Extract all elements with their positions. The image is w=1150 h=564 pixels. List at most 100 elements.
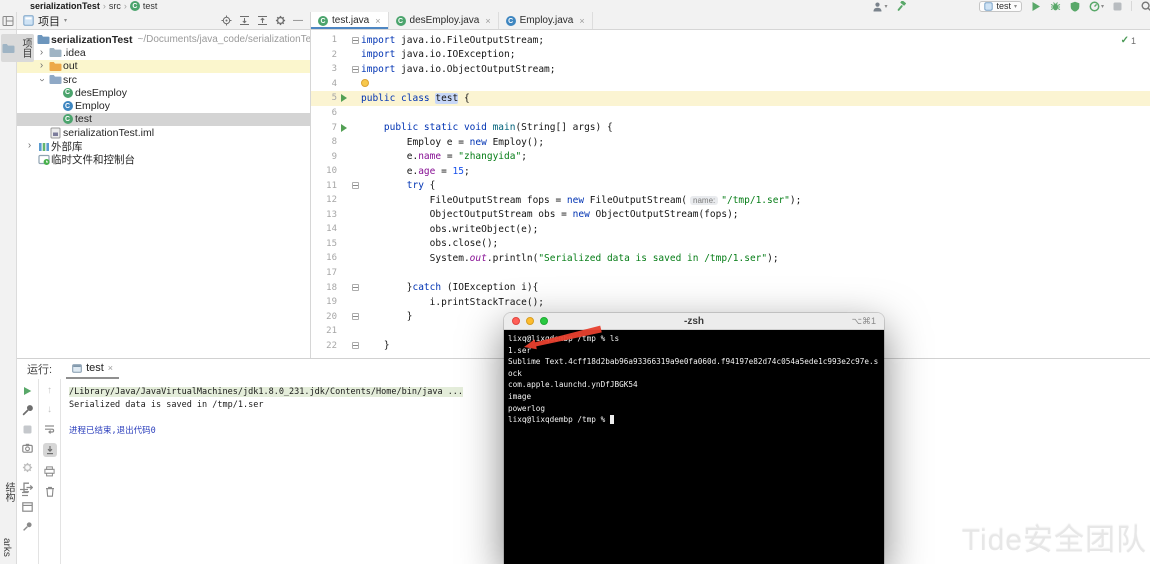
code-editor[interactable]: 1 import java.io.FileOutputStream; 2 import… bbox=[310, 30, 1150, 358]
line-number: 6 bbox=[331, 108, 337, 118]
down-stack-trace-icon[interactable]: ↓ bbox=[47, 405, 52, 415]
terminal-window[interactable]: -zsh ⌥⌘1 lixq@lixqdembp /tmp % ls 1.ser Su… bbox=[504, 313, 884, 564]
class-icon: C bbox=[129, 1, 140, 11]
stripe-tab-project-label: 项目 bbox=[20, 38, 31, 58]
code-area[interactable]: 1 import java.io.FileOutputStream; 2 import… bbox=[311, 30, 1150, 358]
run-tab[interactable]: test × bbox=[66, 359, 120, 379]
profiler-icon[interactable]: ▾ bbox=[1089, 1, 1104, 12]
pin-icon[interactable] bbox=[22, 521, 33, 532]
build-hammer-icon[interactable] bbox=[896, 0, 908, 12]
code-line[interactable]: 17 bbox=[311, 266, 1150, 281]
code-line[interactable]: 6 bbox=[311, 106, 1150, 121]
code-line[interactable]: 8 Employ e = new Employ(); bbox=[311, 135, 1150, 150]
debug-icon[interactable] bbox=[1050, 1, 1061, 12]
code-line[interactable]: 1 import java.io.FileOutputStream; bbox=[311, 33, 1150, 48]
run-line-icon[interactable] bbox=[337, 123, 350, 132]
print-icon[interactable] bbox=[44, 466, 55, 477]
code-text: try { bbox=[406, 180, 436, 192]
run-line-icon[interactable] bbox=[337, 94, 350, 103]
clear-console-trash-icon[interactable] bbox=[45, 486, 55, 497]
fold-marker-icon[interactable] bbox=[350, 182, 361, 190]
code-line[interactable]: 19 i.printStackTrace(); bbox=[311, 295, 1150, 310]
hide-panel-icon[interactable]: — bbox=[293, 15, 303, 26]
close-icon[interactable]: × bbox=[108, 363, 113, 373]
search-icon[interactable] bbox=[1141, 0, 1150, 12]
terminal-title-bar[interactable]: -zsh ⌥⌘1 bbox=[504, 313, 884, 330]
code-line[interactable]: 14 obs.writeObject(e); bbox=[311, 222, 1150, 237]
locate-icon[interactable] bbox=[221, 15, 232, 26]
breadcrumb-item[interactable]: serializationTest bbox=[30, 1, 100, 11]
stripe-tab-project[interactable]: 项目 bbox=[1, 34, 34, 62]
breadcrumb-separator: › bbox=[123, 1, 127, 11]
tree-item-desEmploy[interactable]: CdesEmploy bbox=[17, 86, 310, 99]
breadcrumb-item[interactable]: src bbox=[109, 1, 121, 11]
code-line[interactable]: 5 public class test { bbox=[311, 91, 1150, 106]
line-number: 16 bbox=[326, 253, 337, 264]
code-line[interactable]: 9 e.name = "zhangyida"; bbox=[311, 149, 1150, 164]
terminal-output[interactable]: lixq@lixqdembp /tmp % ls 1.ser Sublime Tex… bbox=[504, 330, 884, 564]
tree-item-out[interactable]: › out bbox=[17, 59, 310, 73]
stripe-tab-bookmarks[interactable]: arks bbox=[1, 538, 12, 557]
scratch-icon bbox=[36, 154, 51, 165]
chevron-icon[interactable]: › bbox=[37, 73, 48, 86]
chevron-icon[interactable]: › bbox=[35, 61, 48, 71]
thread-dump-camera-icon[interactable] bbox=[22, 443, 33, 453]
code-line[interactable]: 18 }catch (IOException i){ bbox=[311, 280, 1150, 295]
chevron-icon[interactable]: › bbox=[23, 141, 36, 151]
project-panel-title[interactable]: 项目 bbox=[38, 13, 60, 29]
close-icon[interactable]: × bbox=[485, 16, 490, 26]
stripe-tab-structure[interactable]: 结构 bbox=[1, 482, 29, 502]
code-line[interactable]: 16 System.out.println("Serialized data i… bbox=[311, 251, 1150, 266]
soft-wrap-icon[interactable] bbox=[44, 424, 55, 434]
tree-item-临时文件和控制台[interactable]: 临时文件和控制台 bbox=[17, 153, 310, 166]
run-config-select[interactable]: test ▾ bbox=[979, 0, 1022, 12]
rerun-icon[interactable] bbox=[23, 386, 32, 396]
code-line[interactable]: 3 import java.io.ObjectOutputStream; bbox=[311, 62, 1150, 77]
editor-tab-Employ.java[interactable]: C Employ.java × bbox=[499, 12, 593, 29]
restore-layout-icon[interactable] bbox=[22, 502, 33, 512]
coverage-icon[interactable] bbox=[1070, 1, 1080, 12]
tree-item-Employ[interactable]: C Employ bbox=[17, 99, 310, 112]
settings-gear-icon[interactable] bbox=[275, 15, 286, 26]
collapse-all-icon[interactable] bbox=[257, 15, 268, 26]
code-line[interactable]: 2 import java.io.IOException; bbox=[311, 48, 1150, 63]
run-toolbar-primary bbox=[17, 379, 39, 564]
fold-marker-icon[interactable] bbox=[350, 65, 361, 73]
code-line[interactable]: 4 bbox=[311, 77, 1150, 92]
code-line[interactable]: 11 try { bbox=[311, 178, 1150, 193]
expand-all-icon[interactable] bbox=[239, 15, 250, 26]
editor-tab-test.java[interactable]: Ctest.java × bbox=[311, 12, 389, 29]
close-icon[interactable]: × bbox=[579, 16, 584, 26]
up-stack-trace-icon[interactable]: ↑ bbox=[47, 386, 52, 396]
user-menu-icon[interactable]: ▾ bbox=[872, 1, 887, 12]
tree-item-serializationTest[interactable]: ›serializationTest~/Documents/java_code/… bbox=[17, 33, 311, 46]
fold-marker-icon[interactable] bbox=[350, 36, 361, 44]
fold-marker-icon[interactable] bbox=[350, 342, 361, 350]
code-text: ObjectOutputStream obs = new ObjectOutpu… bbox=[361, 209, 739, 221]
editor-tab-desEmploy.java[interactable]: CdesEmploy.java × bbox=[389, 12, 499, 29]
intention-bulb-icon[interactable] bbox=[361, 79, 369, 88]
tree-item-.idea[interactable]: › .idea bbox=[17, 46, 310, 59]
edit-configuration-wrench-icon[interactable] bbox=[22, 405, 33, 416]
scroll-to-end-icon[interactable] bbox=[42, 443, 57, 457]
fold-marker-icon[interactable] bbox=[350, 313, 361, 321]
terminal-prompt-line[interactable]: lixq@lixqdembp /tmp % bbox=[508, 414, 880, 426]
chevron-icon[interactable]: › bbox=[35, 47, 48, 58]
terminal-prompt: lixq@lixqdembp /tmp % bbox=[508, 415, 610, 425]
fold-marker-icon[interactable] bbox=[350, 284, 361, 292]
close-icon[interactable]: × bbox=[375, 16, 380, 26]
tree-item-test[interactable]: Ctest bbox=[17, 112, 310, 127]
breadcrumb-item[interactable]: test bbox=[143, 1, 158, 11]
run-button[interactable] bbox=[1031, 1, 1041, 12]
chevron-down-icon[interactable]: ▾ bbox=[64, 17, 67, 24]
tree-item-外部库[interactable]: › 外部库 bbox=[17, 139, 310, 153]
code-line[interactable]: 13 ObjectOutputStream obs = new ObjectOu… bbox=[311, 208, 1150, 223]
tool-window-switcher-icon[interactable] bbox=[0, 12, 17, 29]
tree-item-serializationTest.iml[interactable]: serializationTest.iml bbox=[17, 126, 310, 139]
tree-item-src[interactable]: › src bbox=[17, 73, 310, 86]
code-line[interactable]: 15 obs.close(); bbox=[311, 237, 1150, 252]
code-line[interactable]: 10 e.age = 15; bbox=[311, 164, 1150, 179]
code-line[interactable]: 12 FileOutputStream fops = new FileOutpu… bbox=[311, 193, 1150, 208]
inspections-widget[interactable]: ✓ 1 bbox=[1121, 35, 1136, 46]
code-line[interactable]: 7 public static void main(String[] args)… bbox=[311, 120, 1150, 135]
